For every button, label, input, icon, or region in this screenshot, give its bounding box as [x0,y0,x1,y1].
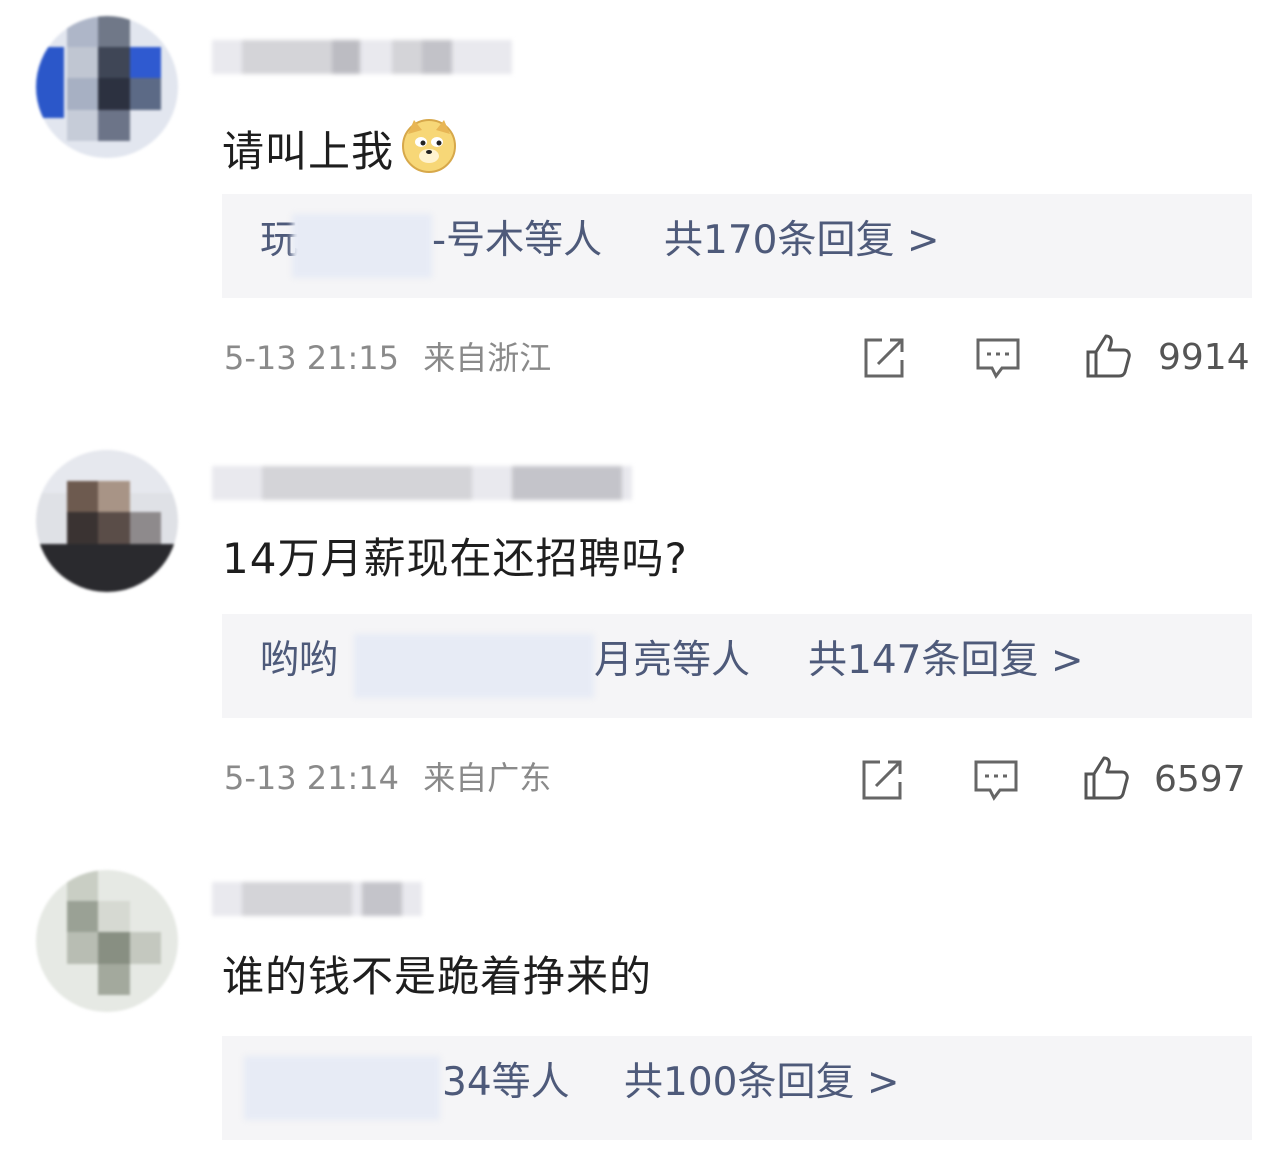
doge-emoji-icon [402,119,457,173]
like-icon[interactable] [1084,332,1132,380]
username-blurred[interactable] [212,882,422,916]
share-icon[interactable] [858,756,906,804]
comment-icon[interactable] [974,334,1022,382]
username-blurred[interactable] [212,466,632,500]
comment-location: 来自浙江 [423,339,552,377]
reply-prefix[interactable]: 哟哟 [260,641,338,680]
avatar[interactable] [36,870,178,1012]
reply-users[interactable]: -号木等人 [432,221,602,260]
avatar[interactable] [36,450,178,592]
reply-summary[interactable]: 34等人 共100条回复 > [222,1036,1252,1140]
reply-users[interactable]: 月亮等人 [594,641,750,680]
comment-location: 来自广东 [423,759,552,797]
reply-summary[interactable]: 哟哟 月亮等人 共147条回复 > [222,614,1252,718]
comment-text: 谁的钱不是跪着挣来的 [222,952,653,1001]
comment-time: 5-13 21:15 [224,339,400,377]
comment-icon[interactable] [972,756,1020,804]
share-icon[interactable] [860,334,908,382]
avatar[interactable] [36,16,178,158]
like-count: 6597 [1154,759,1246,800]
reply-total[interactable]: 共170条回复 > [664,221,940,260]
reply-summary[interactable]: 玩 -号木等人 共170条回复 > [222,194,1252,298]
comment-meta: 5-13 21:14 来自广东 [224,762,551,794]
comment-text: 14万月薪现在还招聘吗? [222,534,688,583]
like-count: 9914 [1158,337,1250,378]
reply-total[interactable]: 共147条回复 > [808,641,1084,680]
comment-time: 5-13 21:14 [224,759,400,797]
comment-text: 请叫上我 [222,116,458,174]
reply-users[interactable]: 34等人 [442,1063,570,1102]
reply-user-blurred [354,634,594,698]
reply-user-blurred [244,1056,440,1120]
username-blurred[interactable] [212,40,512,74]
comment-meta: 5-13 21:15 来自浙江 [224,342,551,374]
reply-total[interactable]: 共100条回复 > [624,1063,900,1102]
like-icon[interactable] [1082,754,1130,802]
reply-user-blurred [292,214,432,278]
